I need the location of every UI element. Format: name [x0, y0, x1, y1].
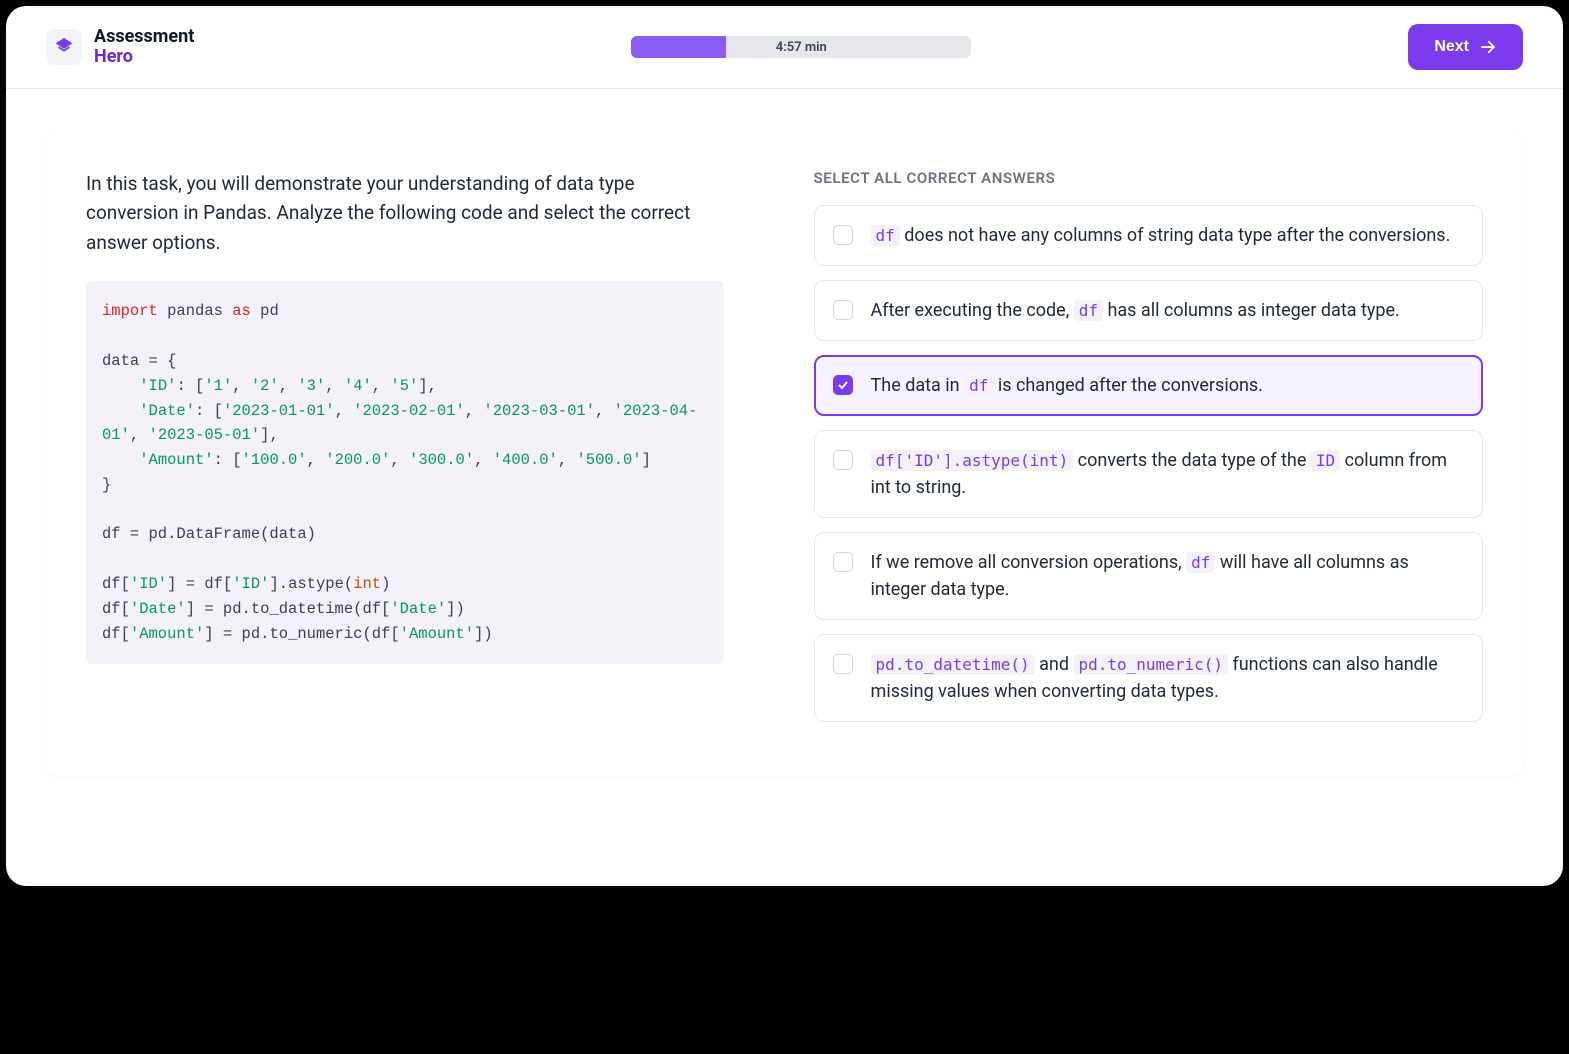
progress-fill	[631, 36, 726, 58]
right-pane: SELECT ALL CORRECT ANSWERS df does not h…	[814, 169, 1483, 736]
option-text: df does not have any columns of string d…	[871, 222, 1451, 249]
checkbox-icon	[833, 375, 853, 395]
option-text: If we remove all conversion operations, …	[871, 549, 1464, 603]
logo-text: Assessment Hero	[94, 27, 194, 67]
progress-bar: 4:57 min	[631, 36, 971, 58]
left-pane: In this task, you will demonstrate your …	[86, 169, 724, 736]
header: Assessment Hero 4:57 min Next	[6, 6, 1563, 89]
arrow-right-icon	[1479, 38, 1497, 56]
task-description: In this task, you will demonstrate your …	[86, 169, 724, 257]
checkbox-icon	[833, 552, 853, 572]
option-text: pd.to_datetime() and pd.to_numeric() fun…	[871, 651, 1464, 705]
app-window: Assessment Hero 4:57 min Next In this ta…	[6, 6, 1563, 886]
timer-text: 4:57 min	[776, 40, 827, 55]
question-card: In this task, you will demonstrate your …	[46, 129, 1523, 776]
option-text: df['ID'].astype(int) converts the data t…	[871, 447, 1464, 501]
checkbox-icon	[833, 654, 853, 674]
logo-line1: Assessment	[94, 27, 194, 47]
option-2[interactable]: After executing the code, df has all col…	[814, 280, 1483, 341]
option-6[interactable]: pd.to_datetime() and pd.to_numeric() fun…	[814, 634, 1483, 722]
content: In this task, you will demonstrate your …	[6, 89, 1563, 816]
progress-wrap: 4:57 min	[214, 36, 1388, 58]
checkbox-icon	[833, 450, 853, 470]
option-4[interactable]: df['ID'].astype(int) converts the data t…	[814, 430, 1483, 518]
answers-label: SELECT ALL CORRECT ANSWERS	[814, 169, 1483, 187]
checkbox-icon	[833, 225, 853, 245]
next-button[interactable]: Next	[1408, 24, 1523, 70]
option-text: After executing the code, df has all col…	[871, 297, 1400, 324]
option-3[interactable]: The data in df is changed after the conv…	[814, 355, 1483, 416]
checkbox-icon	[833, 300, 853, 320]
logo-line2: Hero	[94, 47, 194, 67]
logo-icon	[46, 29, 82, 65]
option-1[interactable]: df does not have any columns of string d…	[814, 205, 1483, 266]
option-5[interactable]: If we remove all conversion operations, …	[814, 532, 1483, 620]
option-text: The data in df is changed after the conv…	[871, 372, 1263, 399]
code-block: import pandas as pd data = { 'ID': ['1',…	[86, 281, 724, 664]
next-label: Next	[1434, 38, 1469, 56]
logo: Assessment Hero	[46, 27, 194, 67]
